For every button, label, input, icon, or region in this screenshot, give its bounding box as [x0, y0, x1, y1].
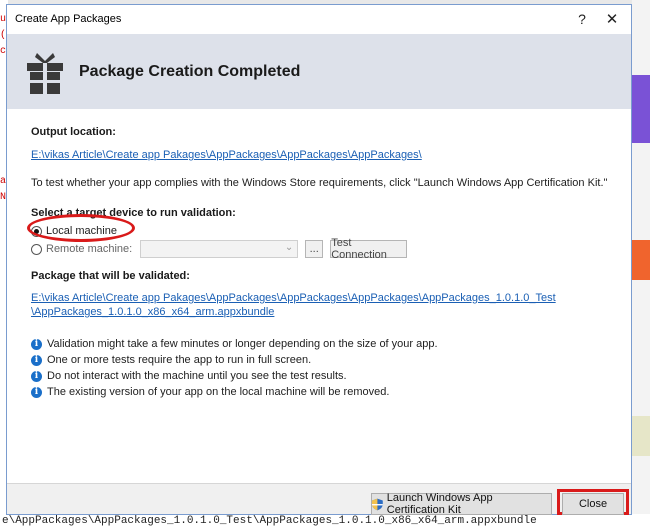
launch-wack-label: Launch Windows App Certification Kit [386, 492, 493, 516]
close-window-button[interactable]: ✕ [597, 5, 627, 33]
shield-icon [372, 498, 383, 510]
package-path-line2[interactable]: \AppPackages_1.0.1.0_x86_x64_arm.appxbun… [31, 306, 274, 318]
list-item: i Do not interact with the machine until… [31, 368, 621, 384]
list-item: i One or more tests require the app to r… [31, 352, 621, 368]
info-list: i Validation might take a few minutes or… [31, 336, 621, 400]
dialog-content: Output location: E:\vikas Article\Create… [31, 109, 621, 400]
launch-wack-button[interactable]: Launch Windows App Certification Kit [371, 492, 552, 516]
info-text: Do not interact with the machine until y… [47, 370, 347, 382]
remote-machine-label: Remote machine: [46, 243, 133, 255]
info-icon: i [31, 354, 42, 366]
info-text: Validation might take a few minutes or l… [47, 338, 438, 350]
chevron-down-icon: ⌄ [284, 242, 294, 253]
list-item: i The existing version of your app on th… [31, 384, 621, 400]
package-path-link[interactable]: E:\vikas Article\Create app Pakages\AppP… [31, 291, 621, 319]
background-tile-orange [632, 240, 650, 280]
close-button[interactable]: Close [562, 493, 624, 515]
annotation-ellipse [27, 214, 135, 242]
window-title: Create App Packages [15, 13, 122, 25]
background-ide-right [632, 0, 650, 529]
create-app-packages-dialog: Create App Packages ? ✕ Package Creation… [6, 4, 632, 516]
info-icon: i [31, 370, 42, 382]
package-path-line1[interactable]: E:\vikas Article\Create app Pakages\AppP… [31, 292, 556, 304]
background-tile-purple [632, 75, 650, 143]
remote-machine-option[interactable]: Remote machine: ⌄ ... Test Connection [31, 237, 621, 261]
header-title: Package Creation Completed [79, 62, 301, 80]
browse-button[interactable]: ... [305, 240, 324, 258]
header-banner: Package Creation Completed [7, 34, 631, 109]
remote-machine-radio[interactable] [31, 243, 42, 255]
background-output-text: e\AppPackages\AppPackages_1.0.1.0_Test\A… [0, 514, 650, 529]
output-location-link[interactable]: E:\vikas Article\Create app Pakages\AppP… [31, 149, 422, 161]
info-text: One or more tests require the app to run… [47, 354, 312, 366]
test-connection-button[interactable]: Test Connection [330, 237, 408, 261]
help-button[interactable]: ? [567, 5, 597, 33]
package-gift-icon [25, 49, 65, 95]
background-band [632, 416, 650, 456]
package-label: Package that will be validated: [31, 270, 190, 282]
output-location-label: Output location: [31, 126, 116, 138]
info-icon: i [31, 386, 42, 398]
remote-machine-select[interactable]: ⌄ [140, 240, 299, 258]
list-item: i Validation might take a few minutes or… [31, 336, 621, 352]
wack-instruction-text: To test whether your app complies with t… [31, 177, 608, 189]
title-bar: Create App Packages ? ✕ [7, 5, 631, 33]
info-text: The existing version of your app on the … [47, 386, 390, 398]
info-icon: i [31, 338, 42, 350]
